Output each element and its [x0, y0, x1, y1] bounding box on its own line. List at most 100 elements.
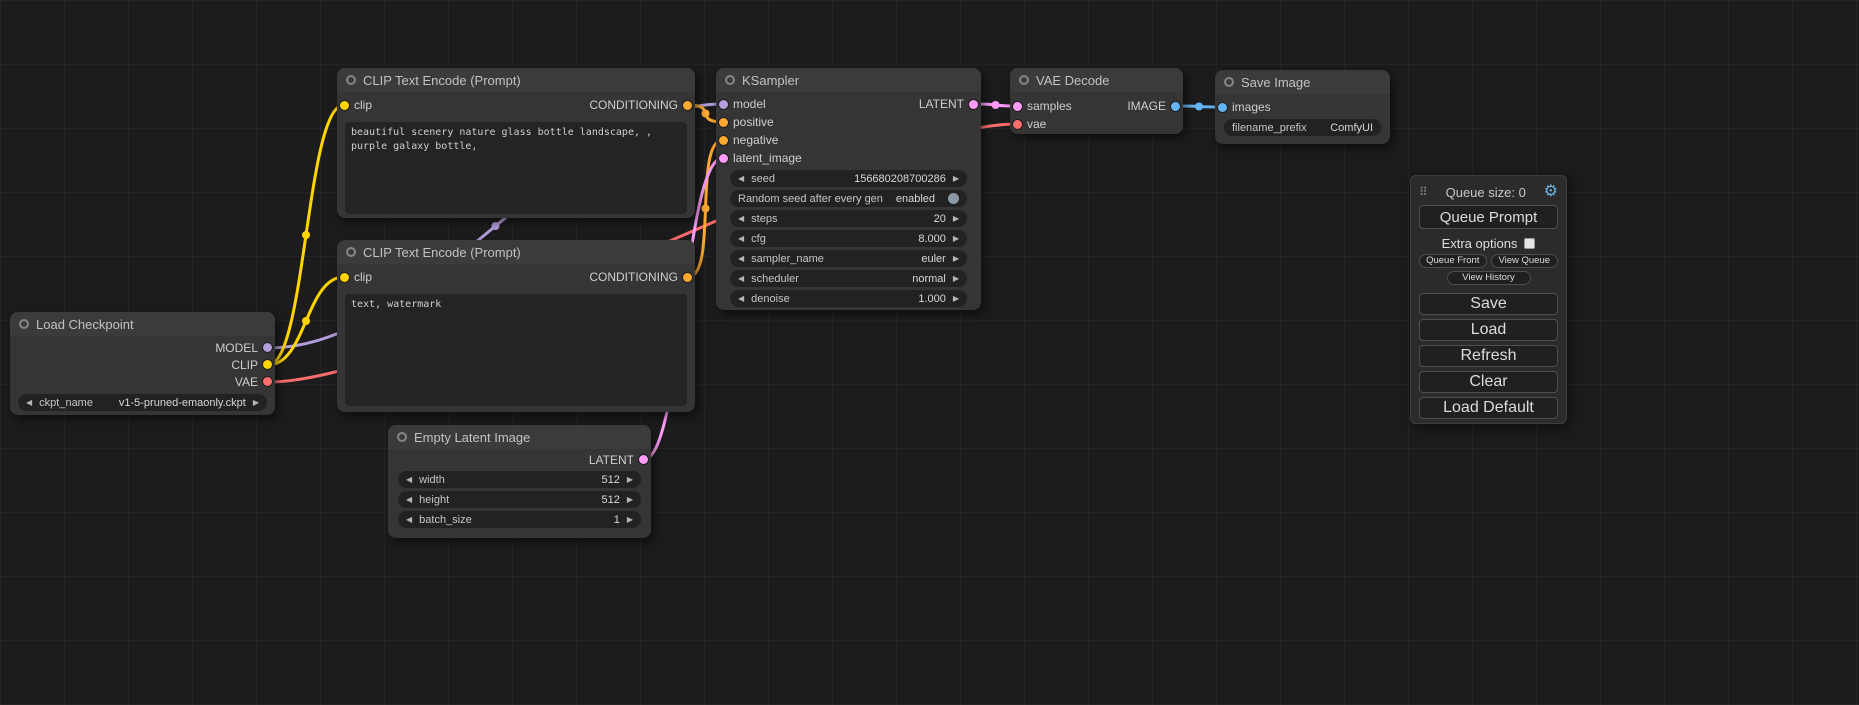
model-slot-icon[interactable] — [263, 343, 272, 352]
decrement-arrow-icon[interactable]: ◀ — [738, 254, 744, 263]
widget-batch-size[interactable]: ◀ batch_size 1 ▶ — [398, 511, 641, 528]
input-slot-images[interactable]: images — [1218, 100, 1271, 114]
settings-gear-icon[interactable]: ⚙ — [1544, 184, 1558, 200]
widget-steps[interactable]: ◀ steps 20 ▶ — [730, 210, 967, 227]
output-slot-latent[interactable]: LATENT — [589, 453, 648, 467]
output-slot-vae[interactable]: VAE — [235, 375, 272, 389]
collapse-toggle-icon[interactable] — [346, 247, 356, 257]
increment-arrow-icon[interactable]: ▶ — [953, 274, 959, 283]
decrement-arrow-icon[interactable]: ◀ — [738, 174, 744, 183]
decrement-arrow-icon[interactable]: ◀ — [738, 274, 744, 283]
collapse-toggle-icon[interactable] — [1224, 77, 1234, 87]
latent-slot-icon[interactable] — [639, 455, 648, 464]
drag-handle-icon[interactable]: ⠿ — [1419, 185, 1428, 199]
clip-slot-icon[interactable] — [340, 273, 349, 282]
collapse-toggle-icon[interactable] — [397, 432, 407, 442]
widget-denoise[interactable]: ◀ denoise 1.000 ▶ — [730, 290, 967, 307]
input-slot-clip[interactable]: clip — [340, 270, 372, 284]
collapse-toggle-icon[interactable] — [1019, 75, 1029, 85]
node-header[interactable]: Save Image — [1215, 70, 1390, 94]
widget-cfg[interactable]: ◀ cfg 8.000 ▶ — [730, 230, 967, 247]
decrement-arrow-icon[interactable]: ◀ — [406, 475, 412, 484]
image-slot-icon[interactable] — [1171, 102, 1180, 111]
node-load-checkpoint[interactable]: Load Checkpoint MODEL CLIP VAE ◀ ckpt_na… — [10, 312, 275, 415]
extra-options-checkbox[interactable] — [1524, 238, 1535, 249]
node-header[interactable]: Empty Latent Image — [388, 425, 651, 449]
conditioning-slot-icon[interactable] — [719, 118, 728, 127]
input-slot-model[interactable]: model — [719, 97, 766, 111]
clear-button[interactable]: Clear — [1419, 371, 1558, 393]
view-history-button[interactable]: View History — [1447, 271, 1531, 285]
queue-prompt-button[interactable]: Queue Prompt — [1419, 205, 1558, 229]
widget-sampler-name[interactable]: ◀ sampler_name euler ▶ — [730, 250, 967, 267]
node-header[interactable]: Load Checkpoint — [10, 312, 275, 336]
model-slot-icon[interactable] — [719, 100, 728, 109]
node-ksampler[interactable]: KSampler model LATENT positive negative — [716, 68, 981, 310]
image-slot-icon[interactable] — [1218, 103, 1227, 112]
increment-arrow-icon[interactable]: ▶ — [953, 254, 959, 263]
widget-width[interactable]: ◀ width 512 ▶ — [398, 471, 641, 488]
widget-ckpt-name[interactable]: ◀ ckpt_name v1-5-pruned-emaonly.ckpt ▶ — [18, 394, 267, 411]
output-slot-conditioning[interactable]: CONDITIONING — [589, 98, 692, 112]
widget-filename-prefix[interactable]: filename_prefix ComfyUI — [1224, 119, 1381, 136]
increment-arrow-icon[interactable]: ▶ — [953, 234, 959, 243]
node-header[interactable]: KSampler — [716, 68, 981, 92]
clip-slot-icon[interactable] — [340, 101, 349, 110]
latent-slot-icon[interactable] — [969, 100, 978, 109]
node-canvas[interactable]: Load Checkpoint MODEL CLIP VAE ◀ ckpt_na… — [0, 0, 1859, 705]
load-button[interactable]: Load — [1419, 319, 1558, 341]
widget-height[interactable]: ◀ height 512 ▶ — [398, 491, 641, 508]
output-slot-model[interactable]: MODEL — [215, 341, 272, 355]
conditioning-slot-icon[interactable] — [683, 101, 692, 110]
decrement-arrow-icon[interactable]: ◀ — [26, 398, 32, 407]
node-header[interactable]: VAE Decode — [1010, 68, 1183, 92]
clip-slot-icon[interactable] — [263, 360, 272, 369]
increment-arrow-icon[interactable]: ▶ — [627, 515, 633, 524]
queue-front-button[interactable]: Queue Front — [1419, 254, 1487, 268]
node-header[interactable]: CLIP Text Encode (Prompt) — [337, 240, 695, 264]
widget-scheduler[interactable]: ◀ scheduler normal ▶ — [730, 270, 967, 287]
increment-arrow-icon[interactable]: ▶ — [627, 495, 633, 504]
conditioning-slot-icon[interactable] — [683, 273, 692, 282]
increment-arrow-icon[interactable]: ▶ — [953, 174, 959, 183]
increment-arrow-icon[interactable]: ▶ — [953, 214, 959, 223]
output-slot-conditioning[interactable]: CONDITIONING — [589, 270, 692, 284]
decrement-arrow-icon[interactable]: ◀ — [738, 214, 744, 223]
node-clip-text-encode-positive[interactable]: CLIP Text Encode (Prompt) clip CONDITION… — [337, 68, 695, 218]
decrement-arrow-icon[interactable]: ◀ — [738, 294, 744, 303]
output-slot-clip[interactable]: CLIP — [231, 358, 272, 372]
decrement-arrow-icon[interactable]: ◀ — [738, 234, 744, 243]
input-slot-vae[interactable]: vae — [1013, 117, 1046, 131]
input-slot-positive[interactable]: positive — [719, 115, 774, 129]
input-slot-clip[interactable]: clip — [340, 98, 372, 112]
latent-slot-icon[interactable] — [719, 154, 728, 163]
load-default-button[interactable]: Load Default — [1419, 397, 1558, 419]
collapse-toggle-icon[interactable] — [19, 319, 29, 329]
vae-slot-icon[interactable] — [1013, 120, 1022, 129]
increment-arrow-icon[interactable]: ▶ — [253, 398, 259, 407]
node-header[interactable]: CLIP Text Encode (Prompt) — [337, 68, 695, 92]
node-clip-text-encode-negative[interactable]: CLIP Text Encode (Prompt) clip CONDITION… — [337, 240, 695, 412]
collapse-toggle-icon[interactable] — [346, 75, 356, 85]
prompt-textarea[interactable]: text, watermark — [345, 294, 687, 406]
increment-arrow-icon[interactable]: ▶ — [953, 294, 959, 303]
vae-slot-icon[interactable] — [263, 377, 272, 386]
input-slot-negative[interactable]: negative — [719, 133, 778, 147]
view-queue-button[interactable]: View Queue — [1491, 254, 1559, 268]
collapse-toggle-icon[interactable] — [725, 75, 735, 85]
conditioning-slot-icon[interactable] — [719, 136, 728, 145]
latent-slot-icon[interactable] — [1013, 102, 1022, 111]
input-slot-latent-image[interactable]: latent_image — [719, 151, 802, 165]
refresh-button[interactable]: Refresh — [1419, 345, 1558, 367]
decrement-arrow-icon[interactable]: ◀ — [406, 515, 412, 524]
output-slot-image[interactable]: IMAGE — [1127, 99, 1180, 113]
increment-arrow-icon[interactable]: ▶ — [627, 475, 633, 484]
prompt-textarea[interactable]: beautiful scenery nature glass bottle la… — [345, 122, 687, 214]
widget-random-seed-toggle[interactable]: Random seed after every gen enabled — [730, 190, 967, 207]
output-slot-latent[interactable]: LATENT — [919, 97, 978, 111]
widget-seed[interactable]: ◀ seed 156680208700286 ▶ — [730, 170, 967, 187]
decrement-arrow-icon[interactable]: ◀ — [406, 495, 412, 504]
toggle-indicator-icon[interactable] — [948, 193, 959, 204]
node-vae-decode[interactable]: VAE Decode samples IMAGE vae — [1010, 68, 1183, 134]
node-save-image[interactable]: Save Image images filename_prefix ComfyU… — [1215, 70, 1390, 144]
